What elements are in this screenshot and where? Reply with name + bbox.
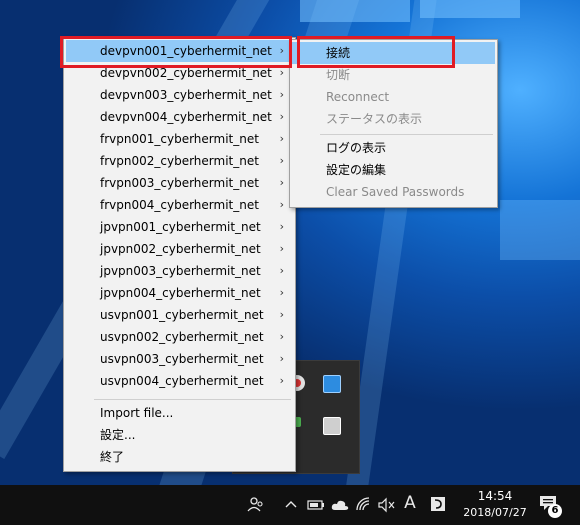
onedrive-cloud-icon[interactable] [331,498,349,512]
submenu-arrow-icon: › [279,220,284,233]
exit-menu-item[interactable]: 終了 [66,446,293,468]
submenu-arrow-icon: › [279,132,284,145]
submenu-arrow-icon: › [279,176,284,189]
disconnect-menu-item[interactable]: 切断 [292,64,495,86]
reconnect-label: Reconnect [326,90,390,104]
battery-icon[interactable] [307,498,325,512]
vpn-connection-menu-item[interactable]: jpvpn004_cyberhermit_net › [66,282,293,304]
settings-menu-item[interactable]: 設定... [66,424,293,446]
vpn-connection-label: devpvn001_cyberhermit_net [100,44,272,58]
taskbar: A 14:54 2018/07/27 [0,485,580,525]
menu-separator [320,134,493,135]
vpn-connection-menu-item[interactable]: usvpn003_cyberhermit_net › [66,348,293,370]
show-log-label: ログの表示 [326,141,387,155]
vpn-connection-label: frvpn001_cyberhermit_net [100,132,259,146]
vpn-connection-label: devpvn002_cyberhermit_net [100,66,272,80]
submenu-arrow-icon: › [279,242,284,255]
vpn-connection-menu-item[interactable]: frvpn002_cyberhermit_net › [66,150,293,172]
vpn-connection-label: frvpn004_cyberhermit_net [100,198,259,212]
vpn-connection-menu-item[interactable]: devpvn002_cyberhermit_net › [66,62,293,84]
import-file-menu-item[interactable]: Import file... [66,402,293,424]
vpn-connection-label: usvpn004_cyberhermit_net [100,374,264,388]
submenu-arrow-icon: › [279,154,284,167]
menu-separator [94,399,291,400]
vpn-connection-menu-item[interactable]: jpvpn002_cyberhermit_net › [66,238,293,260]
vpn-connection-label: usvpn003_cyberhermit_net [100,352,264,366]
submenu-arrow-icon: › [279,352,284,365]
network-tray-icon[interactable] [323,375,341,393]
vpn-connection-menu-item[interactable]: devpvn004_cyberhermit_net › [66,106,293,128]
submenu-arrow-icon: › [279,308,284,321]
edit-config-menu-item[interactable]: 設定の編集 [292,159,495,181]
vpn-connection-menu-item[interactable]: jpvpn001_cyberhermit_net › [66,216,293,238]
vpn-connection-label: jpvpn002_cyberhermit_net [100,242,261,256]
vpn-connection-menu-item[interactable]: frvpn001_cyberhermit_net › [66,128,293,150]
import-file-label: Import file... [100,406,174,420]
ime-mode-indicator[interactable]: A [402,493,418,513]
vpn-connection-menu-item[interactable]: usvpn001_cyberhermit_net › [66,304,293,326]
vpn-connection-menu-item[interactable]: devpvn003_cyberhermit_net › [66,84,293,106]
clock-date[interactable]: 2018/07/27 [460,506,530,519]
vpn-connection-label: frvpn003_cyberhermit_net [100,176,259,190]
edit-config-label: 設定の編集 [326,163,387,177]
submenu-arrow-icon: › [279,330,284,343]
openvpn-context-menu: devpvn001_cyberhermit_net › devpvn002_cybe… [63,37,296,472]
submenu-arrow-icon: › [279,44,284,57]
settings-label: 設定... [100,428,136,442]
connect-menu-item[interactable]: 接続 [292,42,495,64]
vpn-connection-label: usvpn002_cyberhermit_net [100,330,264,344]
show-status-label: ステータスの表示 [326,112,423,126]
show-hidden-icons-chevron-icon[interactable] [284,498,298,512]
ime-options-icon[interactable] [430,496,446,512]
vpn-connection-label: jpvpn001_cyberhermit_net [100,220,261,234]
vpn-connection-menu-item[interactable]: usvpn004_cyberhermit_net › [66,370,293,392]
vpn-connection-menu-item[interactable]: devpvn001_cyberhermit_net › [66,40,293,62]
vpn-connection-menu-item[interactable]: frvpn004_cyberhermit_net › [66,194,293,216]
submenu-arrow-icon: › [279,264,284,277]
vpn-connection-label: devpvn003_cyberhermit_net [100,88,272,102]
connection-submenu: 接続 切断 Reconnect ステータスの表示 ログの表示 設定の編集 Cle… [289,39,498,208]
vpn-connection-label: frvpn002_cyberhermit_net [100,154,259,168]
submenu-arrow-icon: › [279,286,284,299]
show-log-menu-item[interactable]: ログの表示 [292,137,495,159]
vpn-connection-menu-item[interactable]: jpvpn003_cyberhermit_net › [66,260,293,282]
submenu-arrow-icon: › [279,66,284,79]
wifi-icon[interactable] [355,496,371,512]
connect-label: 接続 [326,46,351,60]
vpn-connection-label: devpvn004_cyberhermit_net [100,110,272,124]
vpn-connection-label: jpvpn004_cyberhermit_net [100,286,261,300]
clock-time[interactable]: 14:54 [460,489,530,503]
show-status-menu-item[interactable]: ステータスの表示 [292,108,495,130]
reconnect-menu-item[interactable]: Reconnect [292,86,495,108]
clear-saved-passwords-menu-item[interactable]: Clear Saved Passwords [292,181,495,203]
volume-muted-icon[interactable] [378,497,396,513]
vpn-connection-label: usvpn001_cyberhermit_net [100,308,264,322]
printer-tray-icon[interactable] [323,417,341,435]
clear-saved-passwords-label: Clear Saved Passwords [326,185,465,199]
disconnect-label: 切断 [326,68,351,82]
exit-label: 終了 [100,450,125,464]
people-icon[interactable] [247,496,265,514]
vpn-connection-menu-item[interactable]: frvpn003_cyberhermit_net › [66,172,293,194]
submenu-arrow-icon: › [279,198,284,211]
submenu-arrow-icon: › [279,374,284,387]
vpn-connection-label: jpvpn003_cyberhermit_net [100,264,261,278]
vpn-connection-menu-item[interactable]: usvpn002_cyberhermit_net › [66,326,293,348]
submenu-arrow-icon: › [279,110,284,123]
submenu-arrow-icon: › [279,88,284,101]
notification-count-badge: 6 [548,504,562,518]
